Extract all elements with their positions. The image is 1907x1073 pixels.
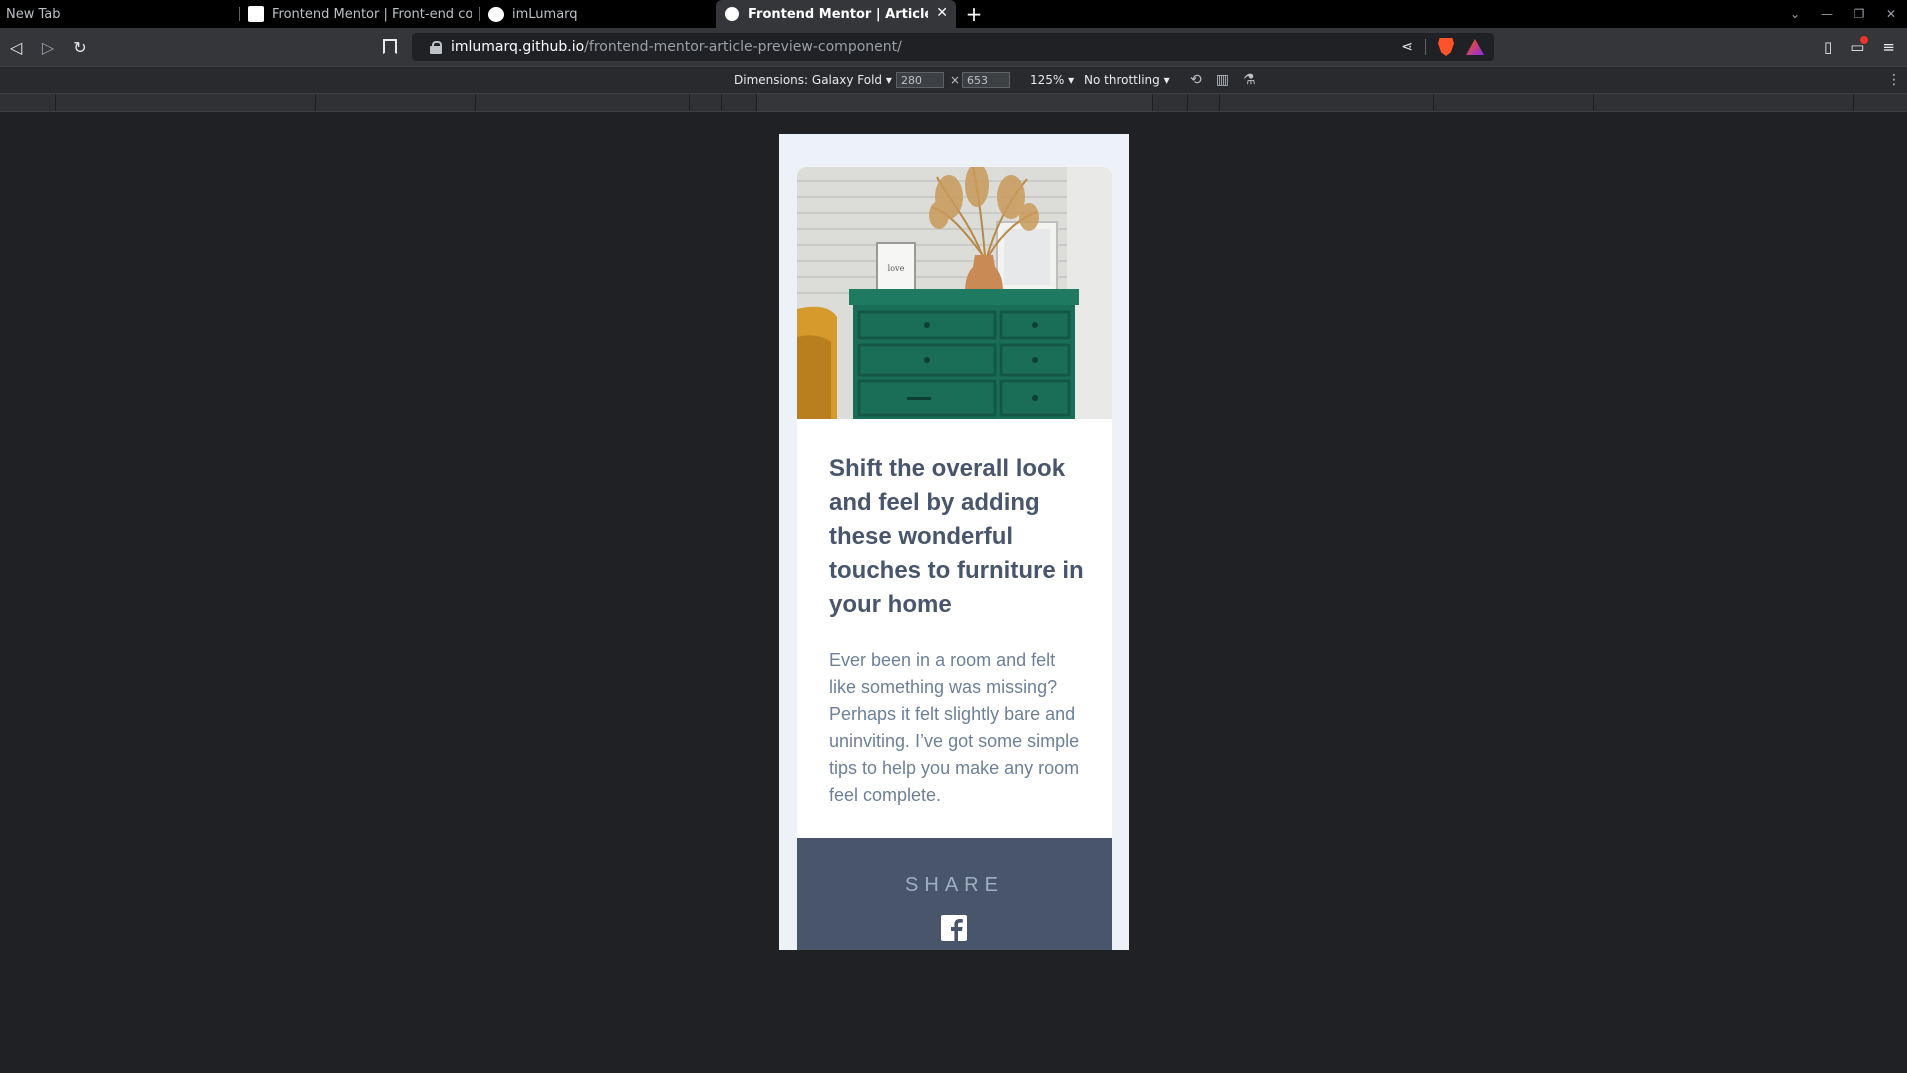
ruler-center <box>756 94 1152 111</box>
reload-icon[interactable]: ↻ <box>64 31 96 63</box>
brave-rewards-icon[interactable] <box>1466 39 1484 55</box>
tab-frontend-mentor[interactable]: Frontend Mentor | Front-end codi <box>240 0 480 28</box>
facebook-icon[interactable] <box>941 915 967 941</box>
tab-search-icon[interactable]: ⌄ <box>1779 7 1811 21</box>
sidebar-icon[interactable]: ▯ <box>1824 38 1832 56</box>
more-options-icon[interactable]: ⋮ <box>1887 72 1901 88</box>
emulated-viewport: love Shift the overall look and feel by … <box>779 134 1129 950</box>
article-card: love Shift the overall look and feel by … <box>797 167 1112 950</box>
url-path: /frontend-mentor-article-preview-compone… <box>584 39 902 55</box>
github-icon <box>488 6 504 22</box>
rotate-icon[interactable]: ⟲ <box>1190 72 1202 88</box>
device-dimensions-select[interactable]: Dimensions: Galaxy Fold ▾ <box>734 73 892 87</box>
media-query-ruler <box>0 94 1907 112</box>
article-content: Shift the overall look and feel by addin… <box>829 452 1084 809</box>
new-tab-button[interactable]: + <box>960 0 988 28</box>
tab-article-preview[interactable]: Frontend Mentor | Article Previ ✕ <box>716 0 956 28</box>
back-icon[interactable]: ◁ <box>0 31 32 63</box>
tab-new-tab[interactable]: New Tab <box>0 0 240 28</box>
brave-shields-icon[interactable] <box>1438 38 1454 56</box>
dimensions-separator: × <box>950 73 961 87</box>
browser-toolbar: ◁ ▷ ↻ imlumarq.github.io/frontend-mentor… <box>0 28 1907 66</box>
tab-title: Frontend Mentor | Article Previ <box>748 6 928 22</box>
throttling-select[interactable]: No throttling ▾ <box>1084 73 1170 87</box>
menu-icon[interactable]: ≡ <box>1882 38 1895 56</box>
divider <box>1425 39 1426 55</box>
article-description: Ever been in a room and felt like someth… <box>829 650 1080 805</box>
address-bar[interactable]: imlumarq.github.io/frontend-mentor-artic… <box>412 33 1494 61</box>
svg-text:love: love <box>888 264 905 273</box>
dual-screen-icon[interactable]: ▥ <box>1216 72 1229 88</box>
device-height-input[interactable] <box>962 72 1010 88</box>
device-width-input[interactable] <box>896 72 944 88</box>
globe-icon <box>724 6 740 22</box>
device-toolbar: Dimensions: Galaxy Fold ▾ × 125% ▾ No th… <box>0 66 1907 94</box>
tab-title: Frontend Mentor | Front-end codi <box>272 6 472 22</box>
close-window-icon[interactable]: ✕ <box>1875 7 1907 21</box>
share-panel: SHARE <box>797 838 1112 950</box>
share-icon[interactable]: ⋖ <box>1401 39 1413 55</box>
window-controls: ⌄ — ❐ ✕ <box>1779 0 1907 28</box>
tab-title: imLumarq <box>512 6 578 22</box>
forward-icon[interactable]: ▷ <box>32 31 64 63</box>
url-host: imlumarq.github.io <box>451 39 585 55</box>
minimize-icon[interactable]: — <box>1811 7 1843 21</box>
notification-badge <box>1480 39 1484 45</box>
share-label: SHARE <box>905 874 1004 896</box>
restore-icon[interactable]: ❐ <box>1843 7 1875 21</box>
frontend-mentor-icon <box>248 6 264 22</box>
bookmark-icon[interactable] <box>383 39 397 54</box>
experiment-icon[interactable]: ⚗ <box>1243 72 1256 88</box>
zoom-select[interactable]: 125% ▾ <box>1030 73 1074 87</box>
tab-title: New Tab <box>6 6 61 22</box>
furniture-illustration: love <box>797 167 1112 419</box>
lock-icon[interactable] <box>430 41 442 54</box>
close-icon[interactable]: ✕ <box>936 5 948 21</box>
tab-strip: New Tab Frontend Mentor | Front-end codi… <box>0 0 1907 28</box>
article-image: love <box>797 167 1112 419</box>
wallet-icon[interactable]: ▭ <box>1850 36 1869 56</box>
tab-github[interactable]: imLumarq <box>480 0 716 28</box>
article-headline[interactable]: Shift the overall look and feel by addin… <box>829 452 1084 622</box>
